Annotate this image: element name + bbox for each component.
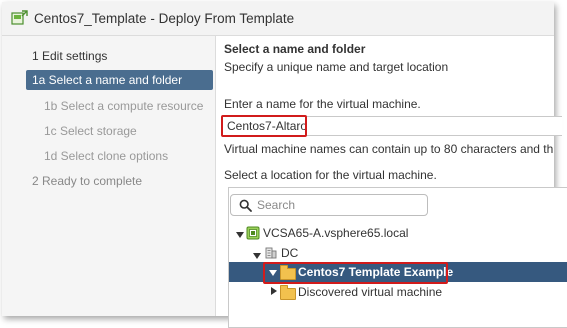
page-subtitle: Specify a unique name and target locatio… — [224, 60, 449, 74]
search-box[interactable] — [230, 194, 428, 216]
location-prompt-label: Select a location for the virtual machin… — [224, 168, 437, 182]
step-select-storage[interactable]: 1c Select storage — [38, 121, 225, 141]
tree-label-vcenter[interactable]: VCSA65-A.vsphere65.local — [263, 223, 408, 243]
page-title: Select a name and folder — [224, 42, 366, 56]
chevron-down-icon[interactable] — [253, 253, 261, 259]
dialog-title-bar: Centos7_Template - Deploy From Template — [2, 2, 554, 36]
dialog-title: Centos7_Template - Deploy From Template — [34, 11, 295, 26]
step-select-clone-options[interactable]: 1d Select clone options — [38, 146, 225, 166]
name-highlight-box — [221, 115, 307, 137]
step-select-compute-resource[interactable]: 1b Select a compute resource — [38, 96, 225, 116]
step-ready-to-complete[interactable]: 2 Ready to complete — [26, 171, 213, 191]
chevron-right-icon[interactable] — [271, 287, 277, 295]
folder-icon — [280, 285, 296, 300]
chevron-down-icon[interactable] — [236, 232, 244, 238]
vcenter-icon — [246, 226, 260, 243]
datacenter-icon — [264, 245, 278, 262]
wizard-steps-sidebar: 1 Edit settings 1a Select a name and fol… — [2, 36, 216, 316]
tree-label-discovered-vms[interactable]: Discovered virtual machine — [298, 282, 442, 302]
search-input[interactable] — [257, 197, 422, 213]
name-hint-text: Virtual machine names can contain up to … — [224, 142, 554, 156]
step-select-name-folder[interactable]: 1a Select a name and folder — [26, 70, 213, 90]
search-icon — [239, 199, 252, 215]
name-prompt-label: Enter a name for the virtual machine. — [224, 97, 421, 111]
tree-label-datacenter[interactable]: DC — [281, 243, 298, 263]
template-icon — [11, 10, 28, 27]
step-edit-settings[interactable]: 1 Edit settings — [26, 46, 213, 66]
folder-highlight-box — [263, 262, 448, 284]
